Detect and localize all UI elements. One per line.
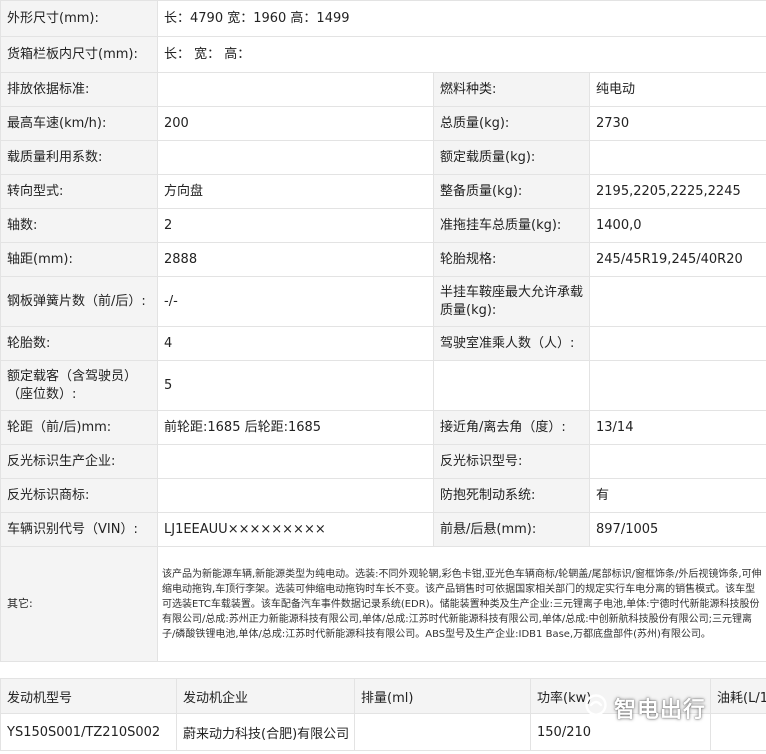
spec-row: 排放依据标准: 燃料种类: 纯电动: [0, 72, 766, 107]
spec-row: 钢板弹簧片数（前/后）: -/- 半挂车鞍座最大允许承载质量(kg):: [0, 276, 766, 327]
spec-value: 897/1005: [588, 512, 766, 547]
spec-row: 轴数: 2 准拖挂车总质量(kg): 1400,0: [0, 208, 766, 243]
spec-row: 轮胎数: 4 驾驶室准乘人数（人）:: [0, 326, 766, 361]
spec-value: [157, 478, 434, 513]
spec-value: [588, 140, 766, 175]
spec-value: 2195,2205,2225,2245: [588, 174, 766, 209]
spec-row: 转向型式: 方向盘 整备质量(kg): 2195,2205,2225,2245: [0, 174, 766, 209]
spec-label: 驾驶室准乘人数（人）:: [433, 326, 590, 361]
spec-label: 轮距（前/后)mm:: [0, 410, 158, 445]
spec-label: 防抱死制动系统:: [433, 478, 590, 513]
spec-value: [157, 72, 434, 107]
spec-label: 准拖挂车总质量(kg):: [433, 208, 590, 243]
spec-label: 额定载质量(kg):: [433, 140, 590, 175]
spec-label: 转向型式:: [0, 174, 158, 209]
spec-value: 长： 宽： 高：: [156, 36, 766, 73]
spec-value: 4: [157, 326, 434, 361]
spec-row: 轴距(mm): 2888 轮胎规格: 245/45R19,245/40R20: [0, 242, 766, 277]
spec-value: 2888: [157, 242, 434, 277]
spec-row: 载质量利用系数: 额定载质量(kg):: [0, 140, 766, 175]
spec-label: 轮胎数:: [0, 326, 158, 361]
spec-row: 反光标识生产企业: 反光标识型号:: [0, 444, 766, 479]
spec-row: 最高车速(km/h): 200 总质量(kg): 2730: [0, 106, 766, 141]
spec-value: 纯电动: [588, 72, 766, 107]
spec-label: 前悬/后悬(mm):: [433, 512, 590, 547]
spec-value: 245/45R19,245/40R20: [588, 242, 766, 277]
spec-value: [588, 276, 766, 327]
engine-table: 发动机型号 发动机企业 排量(ml) 功率(kw) 油耗(L/1 YS150S0…: [0, 678, 766, 751]
spec-value: 方向盘: [157, 174, 434, 209]
spec-label: 额定载客（含驾驶员）（座位数）:: [0, 360, 158, 411]
spec-label: 货箱栏板内尺寸(mm):: [0, 36, 158, 73]
spec-value: 前轮距:1685 后轮距:1685: [157, 410, 434, 445]
spec-label: 载质量利用系数:: [0, 140, 158, 175]
spec-row-cargo: 货箱栏板内尺寸(mm): 长： 宽： 高：: [0, 36, 766, 73]
spec-table: 外形尺寸(mm): 长：4790 宽：1960 高：1499 货箱栏板内尺寸(m…: [0, 0, 766, 662]
spec-value: [157, 444, 434, 479]
spec-label: 排放依据标准:: [0, 72, 158, 107]
spec-label: 半挂车鞍座最大允许承载质量(kg):: [433, 276, 590, 327]
spec-value: [157, 140, 434, 175]
spec-label: 轮胎规格:: [433, 242, 590, 277]
spec-value: [588, 360, 766, 411]
engine-row: YS150S001/TZ210S002 蔚来动力科技(合肥)有限公司 150/2…: [0, 713, 766, 751]
spec-label: 反光标识型号:: [433, 444, 590, 479]
spec-row: 车辆识别代号（VIN）: LJ1EEAUU××××××××× 前悬/后悬(mm)…: [0, 512, 766, 547]
spec-label: 外形尺寸(mm):: [0, 0, 158, 37]
spec-label: 反光标识生产企业:: [0, 444, 158, 479]
spec-label: 钢板弹簧片数（前/后）:: [0, 276, 158, 327]
engine-header-model: 发动机型号: [0, 678, 177, 714]
engine-fuel: [710, 713, 766, 751]
engine-header-maker: 发动机企业: [176, 678, 355, 714]
spec-value: LJ1EEAUU×××××××××: [157, 512, 434, 547]
engine-power: 150/210: [530, 713, 711, 751]
spec-label: 车辆识别代号（VIN）:: [0, 512, 158, 547]
spec-row: 轮距（前/后)mm: 前轮距:1685 后轮距:1685 接近角/离去角（度）:…: [0, 410, 766, 445]
spec-label: 最高车速(km/h):: [0, 106, 158, 141]
engine-header-displacement: 排量(ml): [354, 678, 531, 714]
spec-label: 总质量(kg):: [433, 106, 590, 141]
other-label: 其它:: [0, 546, 158, 662]
spec-label: 反光标识商标:: [0, 478, 158, 513]
spec-value: 长：4790 宽：1960 高：1499: [156, 0, 766, 37]
spec-value: [588, 444, 766, 479]
spec-label: 接近角/离去角（度）:: [433, 410, 590, 445]
engine-model: YS150S001/TZ210S002: [0, 713, 177, 751]
spec-value: 13/14: [588, 410, 766, 445]
engine-header-power: 功率(kw): [530, 678, 711, 714]
spec-value: 200: [157, 106, 434, 141]
spec-label: 燃料种类:: [433, 72, 590, 107]
spec-value: 有: [588, 478, 766, 513]
spec-label: [433, 360, 590, 411]
other-notes: 该产品为新能源车辆,新能源类型为纯电动。选装:不同外观轮辋,彩色卡钳,亚光色车辆…: [156, 546, 766, 662]
spec-row-other: 其它: 该产品为新能源车辆,新能源类型为纯电动。选装:不同外观轮辋,彩色卡钳,亚…: [0, 546, 766, 662]
spec-row-dimensions: 外形尺寸(mm): 长：4790 宽：1960 高：1499: [0, 0, 766, 37]
spec-value: 5: [157, 360, 434, 411]
engine-displacement: [354, 713, 531, 751]
engine-maker: 蔚来动力科技(合肥)有限公司: [176, 713, 355, 751]
spec-label: 轴数:: [0, 208, 158, 243]
spec-row: 反光标识商标: 防抱死制动系统: 有: [0, 478, 766, 513]
spec-label: 整备质量(kg):: [433, 174, 590, 209]
spec-value: 2: [157, 208, 434, 243]
spec-label: 轴距(mm):: [0, 242, 158, 277]
spec-row: 额定载客（含驾驶员）（座位数）: 5: [0, 360, 766, 411]
spec-value: 2730: [588, 106, 766, 141]
spec-value: 1400,0: [588, 208, 766, 243]
engine-header-row: 发动机型号 发动机企业 排量(ml) 功率(kw) 油耗(L/1: [0, 678, 766, 714]
spec-value: [588, 326, 766, 361]
spec-value: -/-: [157, 276, 434, 327]
engine-header-fuel: 油耗(L/1: [710, 678, 766, 714]
